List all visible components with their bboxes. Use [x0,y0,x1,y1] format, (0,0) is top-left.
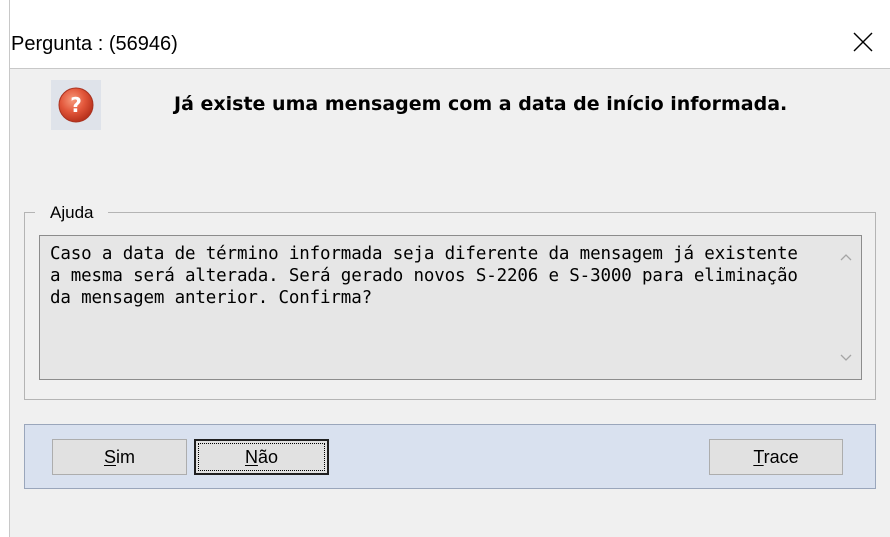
help-group-label: Ajuda [35,203,109,223]
chevron-up-icon [840,254,852,261]
question-message: Já existe uma mensagem com a data de iní… [174,93,788,115]
chevron-down-icon [840,354,852,361]
trace-button-label: Trace [753,446,799,467]
dialog-window: Pergunta : (56946) ? Já existe uma mensa… [0,0,890,537]
yes-button-label: Sim [103,446,135,467]
help-text: Caso a data de término informada seja di… [50,244,798,308]
no-button-label: Não [244,446,279,467]
svg-text:?: ? [70,93,82,117]
title-bar[interactable]: Pergunta : (56946) [10,0,890,68]
window-title: Pergunta : (56946) [11,33,178,55]
help-scrollbar[interactable] [831,236,861,379]
help-text-area[interactable]: Caso a data de término informada seja di… [39,235,862,380]
trace-button[interactable]: Trace [709,439,843,475]
button-panel: Sim Não Trace [24,424,876,489]
yes-button[interactable]: Sim [52,439,187,475]
scroll-up-button[interactable] [831,242,861,272]
dialog-body: ? Já existe uma mensagem com a data de i… [10,68,890,537]
close-icon [853,32,873,52]
question-icon: ? [51,80,101,130]
scroll-down-button[interactable] [831,343,861,373]
divider [10,68,890,69]
no-button[interactable]: Não [194,439,329,475]
close-button[interactable] [836,18,890,66]
